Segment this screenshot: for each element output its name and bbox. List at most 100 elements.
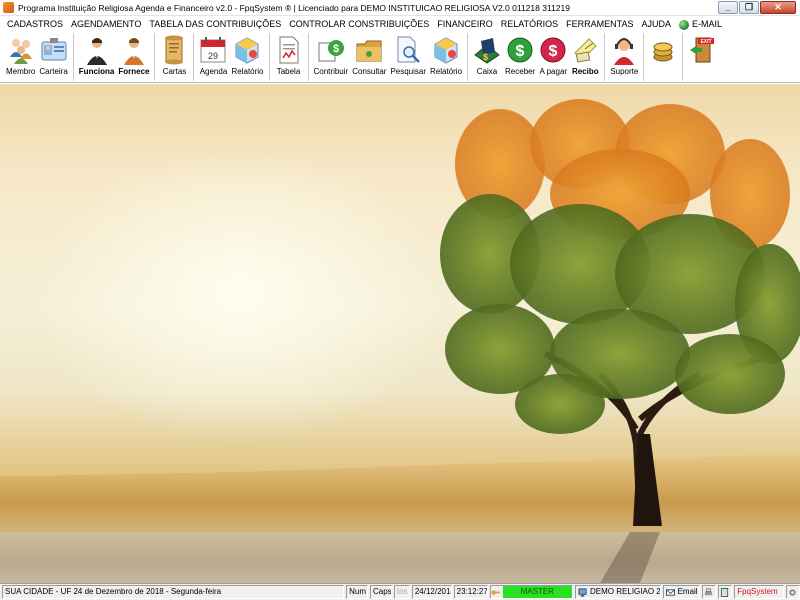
- recibo-button[interactable]: Recibo: [569, 33, 601, 81]
- window-title: Programa Instituição Religiosa Agenda e …: [18, 2, 570, 13]
- minimize-button[interactable]: _: [718, 1, 738, 14]
- members-icon: [9, 39, 32, 64]
- support-agent-icon: [614, 38, 635, 65]
- contribuir-label: Contribuir: [313, 67, 349, 76]
- suporte-label: Suporte: [610, 67, 639, 76]
- status-user-panel: MASTER: [489, 585, 574, 599]
- pesquisar-button[interactable]: Pesquisar: [388, 33, 428, 81]
- menu-email-label: E-MAIL: [691, 19, 722, 29]
- close-icon: ✕: [774, 2, 782, 12]
- agenda-button[interactable]: 29 Agenda: [197, 33, 229, 81]
- menu-bar: CADASTROS AGENDAMENTO TABELA DAS CONTRIB…: [0, 16, 800, 33]
- gear-icon: [789, 588, 796, 596]
- contribuir-button[interactable]: $ Contribuir: [312, 33, 351, 81]
- id-card-icon: [41, 38, 67, 61]
- status-num: Num: [346, 585, 368, 599]
- tree-reflection: [600, 532, 660, 583]
- relatorio-agenda-button[interactable]: Relatório: [229, 33, 265, 81]
- calendar-icon: 29: [200, 37, 226, 63]
- toolbar-group-financeiro: $ Caixa $ Receber $ A pagar Recibo: [471, 33, 606, 81]
- cartas-button[interactable]: Cartas: [158, 33, 190, 81]
- svg-text:$: $: [333, 43, 339, 55]
- app-icon: [3, 2, 14, 13]
- supplier-icon: [123, 38, 144, 65]
- svg-text:$: $: [483, 52, 488, 62]
- toolbar-group-cadastros: Membro Carteira: [4, 33, 74, 81]
- relatorio-contribuicoes-button[interactable]: Relatório: [428, 33, 464, 81]
- search-document-icon: [397, 36, 421, 63]
- toolbar-group-pessoas: Funciona Fornece: [77, 33, 156, 81]
- scroll-icon: [165, 35, 184, 65]
- menu-relatorios[interactable]: RELATÓRIOS: [497, 16, 562, 33]
- menu-ajuda[interactable]: AJUDA: [637, 16, 675, 33]
- cash-book-icon: $: [474, 38, 500, 64]
- receipt-icon: [574, 38, 597, 63]
- pesquisar-label: Pesquisar: [390, 67, 427, 76]
- fornece-label: Fornece: [118, 67, 150, 76]
- pay-money-icon: $: [540, 37, 566, 63]
- menu-financeiro[interactable]: FINANCEIRO: [433, 16, 497, 33]
- membro-label: Membro: [6, 67, 36, 76]
- user-key-icon: [490, 589, 500, 595]
- table-document-icon: [279, 36, 298, 64]
- svg-text:$: $: [549, 43, 558, 60]
- tree-canopy: [440, 99, 800, 434]
- menu-email[interactable]: E-MAIL: [675, 16, 726, 33]
- status-version: DEMO RELIGIAO 2.0: [590, 587, 661, 596]
- exit-door-icon: EXIT: [690, 37, 715, 63]
- carteira-label: Carteira: [39, 67, 68, 76]
- title-bar: Programa Instituição Religiosa Agenda e …: [0, 0, 800, 16]
- monitor-icon: [578, 587, 587, 597]
- exit-button[interactable]: EXIT: [686, 33, 718, 81]
- coins-icon: [653, 42, 673, 62]
- menu-controlar-contribuicoes[interactable]: CONTROLAR CONSTRIBUIÇÕES: [285, 16, 433, 33]
- suporte-button[interactable]: Suporte: [608, 33, 640, 81]
- membro-button[interactable]: Membro: [4, 33, 37, 81]
- window-controls: _ ❐ ✕: [718, 1, 796, 14]
- status-ins: Ins: [393, 585, 410, 599]
- toolbar-group-agenda: 29 Agenda Relatório: [197, 33, 270, 81]
- caixa-button[interactable]: $ Caixa: [471, 33, 503, 81]
- status-caps: Caps: [370, 585, 392, 599]
- status-settings-button[interactable]: [786, 585, 800, 599]
- tabela-label: Tabela: [276, 67, 301, 76]
- apagar-button[interactable]: $ A pagar: [537, 33, 569, 81]
- printer-icon: [705, 587, 713, 595]
- desktop-background: [0, 84, 800, 583]
- employee-icon: [86, 38, 107, 65]
- tree-illustration: [440, 99, 800, 583]
- recibo-label: Recibo: [571, 67, 599, 76]
- receber-button[interactable]: $ Receber: [503, 33, 537, 81]
- funciona-label: Funciona: [78, 67, 115, 76]
- toolbar-group-suporte: Suporte: [608, 33, 645, 81]
- svg-text:$: $: [516, 43, 525, 60]
- toolbar-group-exit: EXIT: [686, 33, 721, 81]
- consultar-button[interactable]: Consultar: [350, 33, 388, 81]
- menu-agendamento[interactable]: AGENDAMENTO: [67, 16, 145, 33]
- status-email-button[interactable]: Email: [662, 585, 701, 599]
- close-button[interactable]: ✕: [760, 1, 796, 14]
- menu-cadastros[interactable]: CADASTROS: [3, 16, 67, 33]
- coins-button[interactable]: [647, 33, 679, 81]
- tabela-button[interactable]: Tabela: [273, 33, 305, 81]
- receber-label: Receber: [505, 67, 536, 76]
- report-cube-icon: [235, 37, 259, 64]
- fornece-button[interactable]: Fornece: [116, 33, 151, 81]
- folder-icon: [356, 40, 382, 62]
- status-email-label: Email: [677, 587, 698, 596]
- status-city-date: SUA CIDADE - UF 24 de Dezembro de 2018 -…: [2, 585, 345, 599]
- funciona-button[interactable]: Funciona: [77, 33, 117, 81]
- status-calculator-button[interactable]: [718, 585, 733, 599]
- globe-icon: [678, 19, 689, 30]
- status-brand: FpqSystem: [734, 585, 785, 599]
- menu-tabela-contribuicoes[interactable]: TABELA DAS CONTRIBUIÇÕES: [145, 16, 285, 33]
- receive-money-icon: $: [507, 37, 533, 63]
- menu-ferramentas[interactable]: FERRAMENTAS: [562, 16, 637, 33]
- restore-button[interactable]: ❐: [739, 1, 759, 14]
- apagar-label: A pagar: [539, 67, 568, 76]
- carteira-button[interactable]: Carteira: [37, 33, 69, 81]
- status-printer-button[interactable]: [702, 585, 717, 599]
- toolbar: Membro Carteira Funciona Fornece Cartas …: [0, 33, 800, 83]
- money-contribute-icon: $: [318, 40, 344, 62]
- toolbar-group-cartas: Cartas: [158, 33, 195, 81]
